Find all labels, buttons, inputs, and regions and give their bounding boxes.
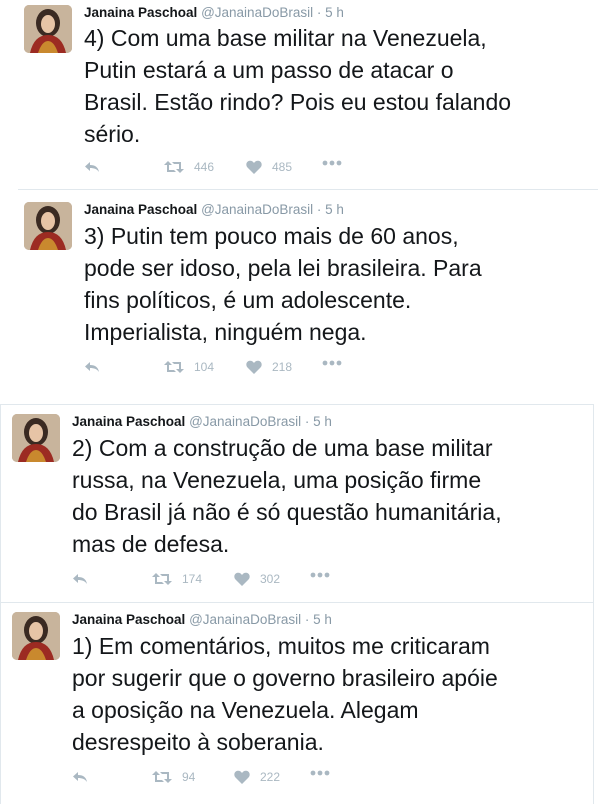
more-button[interactable] — [310, 572, 330, 578]
like-button[interactable]: 222 — [234, 770, 280, 784]
reply-icon — [73, 772, 87, 782]
reply-button[interactable] — [84, 360, 100, 374]
tweet-header: Janaina Paschoal @JanainaDoBrasil · 5 h — [84, 5, 344, 21]
tweet-text-line: 2) Com a construção de uma base militar — [72, 435, 493, 461]
tweet-actions: 446 485 — [84, 160, 384, 180]
author-handle[interactable]: @JanainaDoBrasil — [189, 414, 301, 429]
tweet-timestamp[interactable]: 5 h — [325, 5, 344, 20]
more-icon — [310, 770, 330, 776]
avatar-photo — [12, 612, 60, 660]
tweet-text-line: Putin estará a um passo de atacar o — [84, 57, 454, 83]
reply-button[interactable] — [84, 160, 100, 174]
like-button[interactable]: 218 — [246, 360, 292, 374]
avatar[interactable] — [24, 202, 72, 250]
more-icon — [310, 572, 330, 578]
tweet-timestamp[interactable]: 5 h — [325, 202, 344, 217]
like-count: 218 — [272, 360, 293, 374]
reply-icon — [73, 574, 87, 584]
tweet-3[interactable]: Janaina Paschoal @JanainaDoBrasil · 5 h … — [0, 190, 598, 396]
tweet-text: 2) Com a construção de uma base militar … — [72, 432, 502, 560]
reply-button[interactable] — [72, 572, 88, 586]
tweet-text: 1) Em comentários, muitos me criticaram … — [72, 630, 498, 758]
retweet-icon — [152, 573, 172, 585]
heart-icon — [234, 572, 250, 586]
tweet-text-line: sério. — [84, 121, 141, 147]
header-separator: · — [304, 414, 310, 429]
avatar[interactable] — [24, 5, 72, 53]
tweet-header: Janaina Paschoal @JanainaDoBrasil · 5 h — [72, 414, 332, 430]
avatar[interactable] — [12, 612, 60, 660]
retweet-count: 104 — [194, 360, 215, 374]
retweet-button[interactable]: 446 — [164, 160, 214, 174]
author-handle[interactable]: @JanainaDoBrasil — [189, 612, 301, 627]
retweet-count: 174 — [182, 572, 203, 586]
author-name[interactable]: Janaina Paschoal — [84, 5, 197, 20]
tweet-text-line: 4) Com uma base militar na Venezuela, — [84, 25, 487, 51]
tweet-text-line: fins políticos, é um adolescente. — [84, 287, 412, 313]
heart-icon — [246, 160, 262, 174]
author-name[interactable]: Janaina Paschoal — [72, 414, 185, 429]
tweet-text-line: russa, na Venezuela, uma posição firme — [72, 467, 482, 493]
like-count: 222 — [260, 770, 281, 784]
tweet-text-line: 3) Putin tem pouco mais de 60 anos, — [84, 223, 459, 249]
author-name[interactable]: Janaina Paschoal — [72, 612, 185, 627]
tweet-4[interactable]: Janaina Paschoal @JanainaDoBrasil · 5 h … — [0, 0, 598, 190]
retweet-button[interactable]: 104 — [164, 360, 214, 374]
reply-button[interactable] — [72, 770, 88, 784]
more-icon — [322, 360, 342, 366]
avatar-photo — [12, 414, 60, 462]
author-handle[interactable]: @JanainaDoBrasil — [201, 202, 313, 217]
tweet-text: 4) Com uma base militar na Venezuela, Pu… — [84, 22, 511, 150]
tweet-text-line: Imperialista, ninguém nega. — [84, 319, 367, 345]
tweet-text: 3) Putin tem pouco mais de 60 anos, pode… — [84, 220, 482, 348]
tweet-text-line: desrespeito à soberania. — [72, 729, 324, 755]
tweet-actions: 94 222 — [72, 770, 372, 790]
like-button[interactable]: 302 — [234, 572, 280, 586]
retweet-count: 446 — [194, 160, 215, 174]
avatar-photo — [24, 5, 72, 53]
retweet-icon — [164, 161, 184, 173]
header-separator: · — [304, 612, 310, 627]
tweet-1[interactable]: Janaina Paschoal @JanainaDoBrasil · 5 h … — [0, 602, 594, 804]
tweet-text-line: Brasil. Estão rindo? Pois eu estou falan… — [84, 89, 512, 115]
tweet-text-line: do Brasil já não é só questão humanitári… — [72, 499, 502, 525]
avatar[interactable] — [12, 414, 60, 462]
like-count: 302 — [260, 572, 281, 586]
reply-icon — [85, 162, 99, 172]
avatar-photo — [24, 202, 72, 250]
tweet-text-line: por sugerir que o governo brasileiro apó… — [72, 665, 498, 691]
tweet-header: Janaina Paschoal @JanainaDoBrasil · 5 h — [84, 202, 344, 218]
header-separator: · — [316, 202, 322, 217]
author-handle[interactable]: @JanainaDoBrasil — [201, 5, 313, 20]
tweet-2[interactable]: Janaina Paschoal @JanainaDoBrasil · 5 h … — [0, 404, 594, 602]
like-count: 485 — [272, 160, 293, 174]
heart-icon — [246, 360, 262, 374]
tweet-actions: 174 302 — [72, 572, 372, 592]
tweet-timestamp[interactable]: 5 h — [313, 414, 332, 429]
tweet-text-line: mas de defesa. — [72, 531, 230, 557]
more-button[interactable] — [322, 160, 342, 166]
tweet-text-line: a oposição na Venezuela. Alegam — [72, 697, 419, 723]
heart-icon — [234, 770, 250, 784]
more-button[interactable] — [310, 770, 330, 776]
retweet-count: 94 — [182, 770, 196, 784]
tweet-timestamp[interactable]: 5 h — [313, 612, 332, 627]
tweet-text-line: pode ser idoso, pela lei brasileira. Par… — [84, 255, 482, 281]
tweet-text-line: 1) Em comentários, muitos me criticaram — [72, 633, 490, 659]
header-separator: · — [316, 5, 322, 20]
more-button[interactable] — [322, 360, 342, 366]
reply-icon — [85, 362, 99, 372]
author-name[interactable]: Janaina Paschoal — [84, 202, 197, 217]
retweet-icon — [164, 361, 184, 373]
retweet-icon — [152, 771, 172, 783]
like-button[interactable]: 485 — [246, 160, 292, 174]
more-icon — [322, 160, 342, 166]
tweet-header: Janaina Paschoal @JanainaDoBrasil · 5 h — [72, 612, 332, 628]
retweet-button[interactable]: 94 — [152, 770, 195, 784]
tweet-actions: 104 218 — [84, 360, 384, 380]
retweet-button[interactable]: 174 — [152, 572, 202, 586]
